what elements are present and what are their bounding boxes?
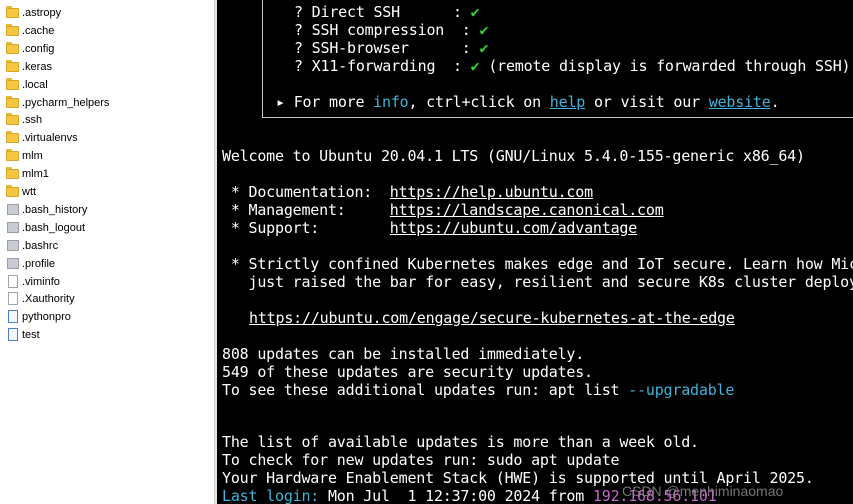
folder-icon xyxy=(6,95,20,109)
feature-direct-ssh: ? Direct SSH : ✔ xyxy=(294,3,480,21)
welcome-line: Welcome to Ubuntu 20.04.1 LTS (GNU/Linux… xyxy=(222,147,805,165)
file-icon xyxy=(6,221,20,234)
file-tree-item[interactable]: .astropy xyxy=(0,4,214,22)
doc-line-management: * Management: https://landscape.canonica… xyxy=(222,201,664,219)
check-icon: ✔ xyxy=(479,39,489,57)
file-tree-item[interactable]: .local xyxy=(0,76,214,94)
file-icon xyxy=(6,239,20,252)
folder-icon xyxy=(6,77,20,91)
file-tree-item-label: .bash_logout xyxy=(22,221,85,234)
file-tree-item-label: .pycharm_helpers xyxy=(22,96,110,109)
folder-icon xyxy=(6,131,20,144)
file-icon xyxy=(6,257,20,270)
k8s-line-1: * Strictly confined Kubernetes makes edg… xyxy=(222,255,853,273)
k8s-url[interactable]: https://ubuntu.com/engage/secure-kuberne… xyxy=(249,309,735,327)
k8s-line-2: just raised the bar for easy, resilient … xyxy=(222,273,853,291)
file-tree-panel: .astropy .cache .config .keras .local .pychar… xyxy=(0,0,214,504)
file-tree-item[interactable]: .config xyxy=(0,40,214,58)
file-tree-item-label: .astropy xyxy=(22,7,62,19)
folder-icon xyxy=(6,185,20,198)
file-tree-item-label: .bashrc xyxy=(22,239,59,252)
file-tree-item-label: mlm1 xyxy=(22,168,49,181)
file-tree-item[interactable]: .pycharm_helpers xyxy=(0,94,214,112)
apt-list-line: To see these additional updates run: apt… xyxy=(222,381,735,399)
file-tree-item[interactable]: .virtualenvs xyxy=(0,129,214,147)
folder-icon xyxy=(6,167,20,180)
feature-ssh-browser: ? SSH-browser : ✔ xyxy=(294,39,489,57)
file-tree-item[interactable]: .viminfo xyxy=(0,273,214,291)
upgradable-flag: --upgradable xyxy=(628,381,735,399)
doc-line-documentation: * Documentation: https://help.ubuntu.com xyxy=(222,183,593,201)
website-link[interactable]: website xyxy=(709,93,771,111)
file-tree-item[interactable]: pythonpro xyxy=(0,308,214,326)
doc-line-support: * Support: https://ubuntu.com/advantage xyxy=(222,219,638,237)
file-tree-item-label: mlm xyxy=(22,150,43,163)
folder-icon xyxy=(6,59,20,73)
file-tree-item-label: wtt xyxy=(22,186,37,198)
file-icon xyxy=(6,310,20,324)
file-tree-item[interactable]: .bash_logout xyxy=(0,219,214,237)
file-tree-item[interactable]: test xyxy=(0,326,214,344)
file-tree-item-label: .viminfo xyxy=(22,275,60,288)
file-tree-item-label: pythonpro xyxy=(22,311,71,324)
file-tree-item-label: .Xauthority xyxy=(22,293,75,306)
file-tree-item-label: .virtualenvs xyxy=(22,132,78,145)
file-tree-item-label: .bash_history xyxy=(22,203,88,216)
file-tree-item-label: .local xyxy=(22,78,48,91)
file-icon xyxy=(6,203,20,216)
folder-icon xyxy=(6,149,20,162)
folder-icon xyxy=(6,23,20,37)
file-tree-item[interactable]: .keras xyxy=(0,58,214,76)
file-tree-item[interactable]: .profile xyxy=(0,255,214,273)
old-list-line: The list of available updates is more th… xyxy=(222,433,699,451)
help-link[interactable]: help xyxy=(550,93,586,111)
last-login-label: Last login: xyxy=(222,487,320,504)
info-link[interactable]: info xyxy=(373,93,409,111)
file-tree-item[interactable]: mlm1 xyxy=(0,165,214,183)
file-tree-item[interactable]: .cache xyxy=(0,22,214,40)
file-tree-item[interactable]: .Xauthority xyxy=(0,290,214,308)
file-tree-item[interactable]: .ssh xyxy=(0,111,214,129)
folder-icon xyxy=(6,113,20,126)
file-icon xyxy=(6,328,20,342)
documentation-url[interactable]: https://help.ubuntu.com xyxy=(390,183,593,201)
file-tree-item-label: .keras xyxy=(22,60,52,73)
file-tree-item[interactable]: .bashrc xyxy=(0,237,214,255)
security-updates-line: 549 of these updates are security update… xyxy=(222,363,593,381)
file-tree-item-label: .config xyxy=(22,42,55,55)
management-url[interactable]: https://landscape.canonical.com xyxy=(390,201,664,219)
check-icon: ✔ xyxy=(479,21,489,39)
file-tree-item-label: .ssh xyxy=(22,114,43,127)
file-icon xyxy=(6,274,20,288)
support-url[interactable]: https://ubuntu.com/advantage xyxy=(390,219,637,237)
apt-update-line: To check for new updates run: sudo apt u… xyxy=(222,451,620,469)
file-tree-item-label: .cache xyxy=(22,24,55,37)
file-icon xyxy=(6,292,20,306)
more-info-line: ▸ For more info, ctrl+click on help or v… xyxy=(276,93,780,111)
folder-icon xyxy=(6,41,20,55)
folder-icon xyxy=(6,6,20,19)
file-tree-item-label: .profile xyxy=(22,257,56,270)
file-tree-item[interactable]: .bash_history xyxy=(0,201,214,219)
terminal-window[interactable]: ? Direct SSH : ✔ ? SSH compression : ✔ ?… xyxy=(217,0,853,504)
updates-count-line: 808 updates can be installed immediately… xyxy=(222,345,585,363)
feature-ssh-compression: ? SSH compression : ✔ xyxy=(294,21,489,39)
file-tree-item[interactable]: wtt xyxy=(0,183,214,201)
check-icon: ✔ xyxy=(470,3,480,21)
triangle-bullet-icon: ▸ xyxy=(276,93,285,111)
csdn-watermark: CSDN @menhiminaomao xyxy=(622,483,784,499)
file-tree-item[interactable]: mlm xyxy=(0,147,214,165)
feature-x11-forwarding: ? X11-forwarding : ✔ (remote display is … xyxy=(294,57,851,75)
file-tree-item-label: test xyxy=(22,329,40,342)
